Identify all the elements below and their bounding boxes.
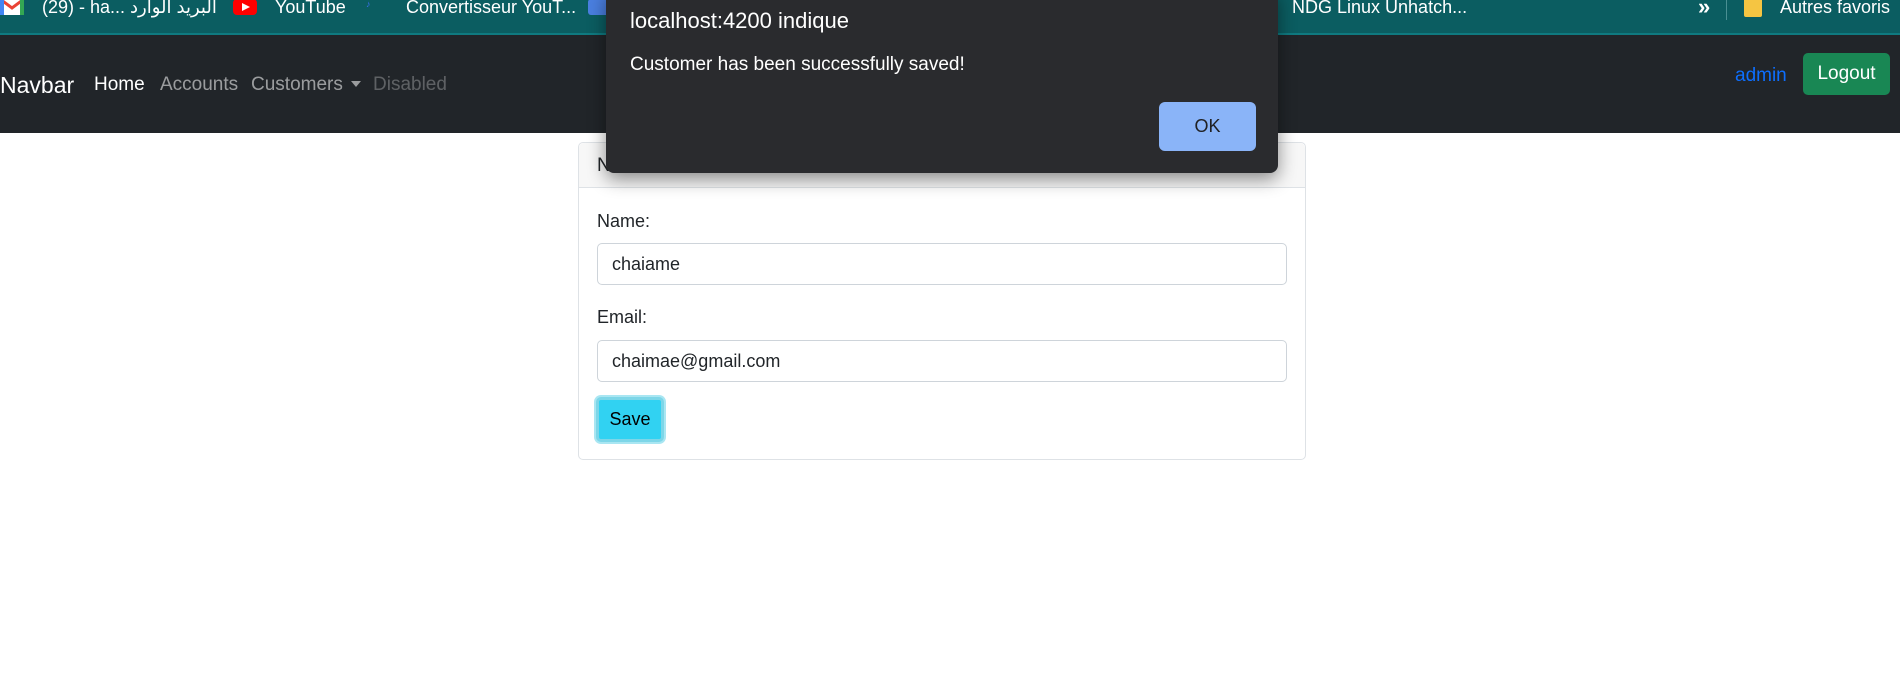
- name-label: Name:: [597, 211, 651, 231]
- user-link[interactable]: admin: [1735, 65, 1787, 87]
- name-input[interactable]: [597, 243, 1287, 285]
- customer-form-card: N Name: Email: Save: [578, 142, 1306, 460]
- nav-home[interactable]: Home: [94, 74, 145, 96]
- alert-dialog: localhost:4200 indique Customer has been…: [606, 0, 1278, 173]
- dialog-message: Customer has been successfully saved!: [630, 54, 965, 75]
- other-favorites[interactable]: Autres favoris: [1744, 0, 1890, 19]
- navbar-brand[interactable]: Navbar: [0, 72, 74, 99]
- other-favorites-label: Autres favoris: [1780, 0, 1891, 17]
- bookmarks-overflow-button[interactable]: »: [1698, 0, 1710, 20]
- nav-customers-label: Customers: [251, 74, 343, 95]
- bookmark-label: Convertisseur YouT...: [406, 0, 577, 17]
- gmail-icon: [0, 0, 24, 15]
- logout-button[interactable]: Logout: [1803, 53, 1890, 95]
- nav-disabled: Disabled: [373, 74, 447, 95]
- bookmark-label: (29) - ha... البريد الوارد: [42, 0, 217, 17]
- bookmark-youtube[interactable]: YouTube: [233, 0, 346, 19]
- folder-icon: [1744, 0, 1762, 17]
- dialog-title: localhost:4200 indique: [630, 8, 849, 33]
- email-label: Email:: [597, 307, 648, 327]
- save-button[interactable]: Save: [596, 397, 664, 442]
- bookmark-converter[interactable]: ♪ Convertisseur YouT...: [366, 0, 576, 19]
- bookmark-ndg[interactable]: NDG Linux Unhatch...: [1292, 0, 1467, 19]
- bookmark-gmail[interactable]: (29) - ha... البريد الوارد: [0, 0, 217, 19]
- email-input[interactable]: [597, 340, 1287, 382]
- caret-down-icon: [350, 81, 361, 87]
- nav-accounts[interactable]: Accounts: [160, 74, 238, 96]
- bookmarks-divider: [1726, 0, 1727, 20]
- nav-customers-dropdown[interactable]: Customers: [251, 74, 361, 96]
- ok-button[interactable]: OK: [1159, 102, 1256, 151]
- youtube-icon: [233, 0, 257, 15]
- mp3-icon: ♪: [366, 0, 371, 9]
- bookmark-label: YouTube: [275, 0, 346, 17]
- bookmark-label: NDG Linux Unhatch...: [1292, 0, 1468, 17]
